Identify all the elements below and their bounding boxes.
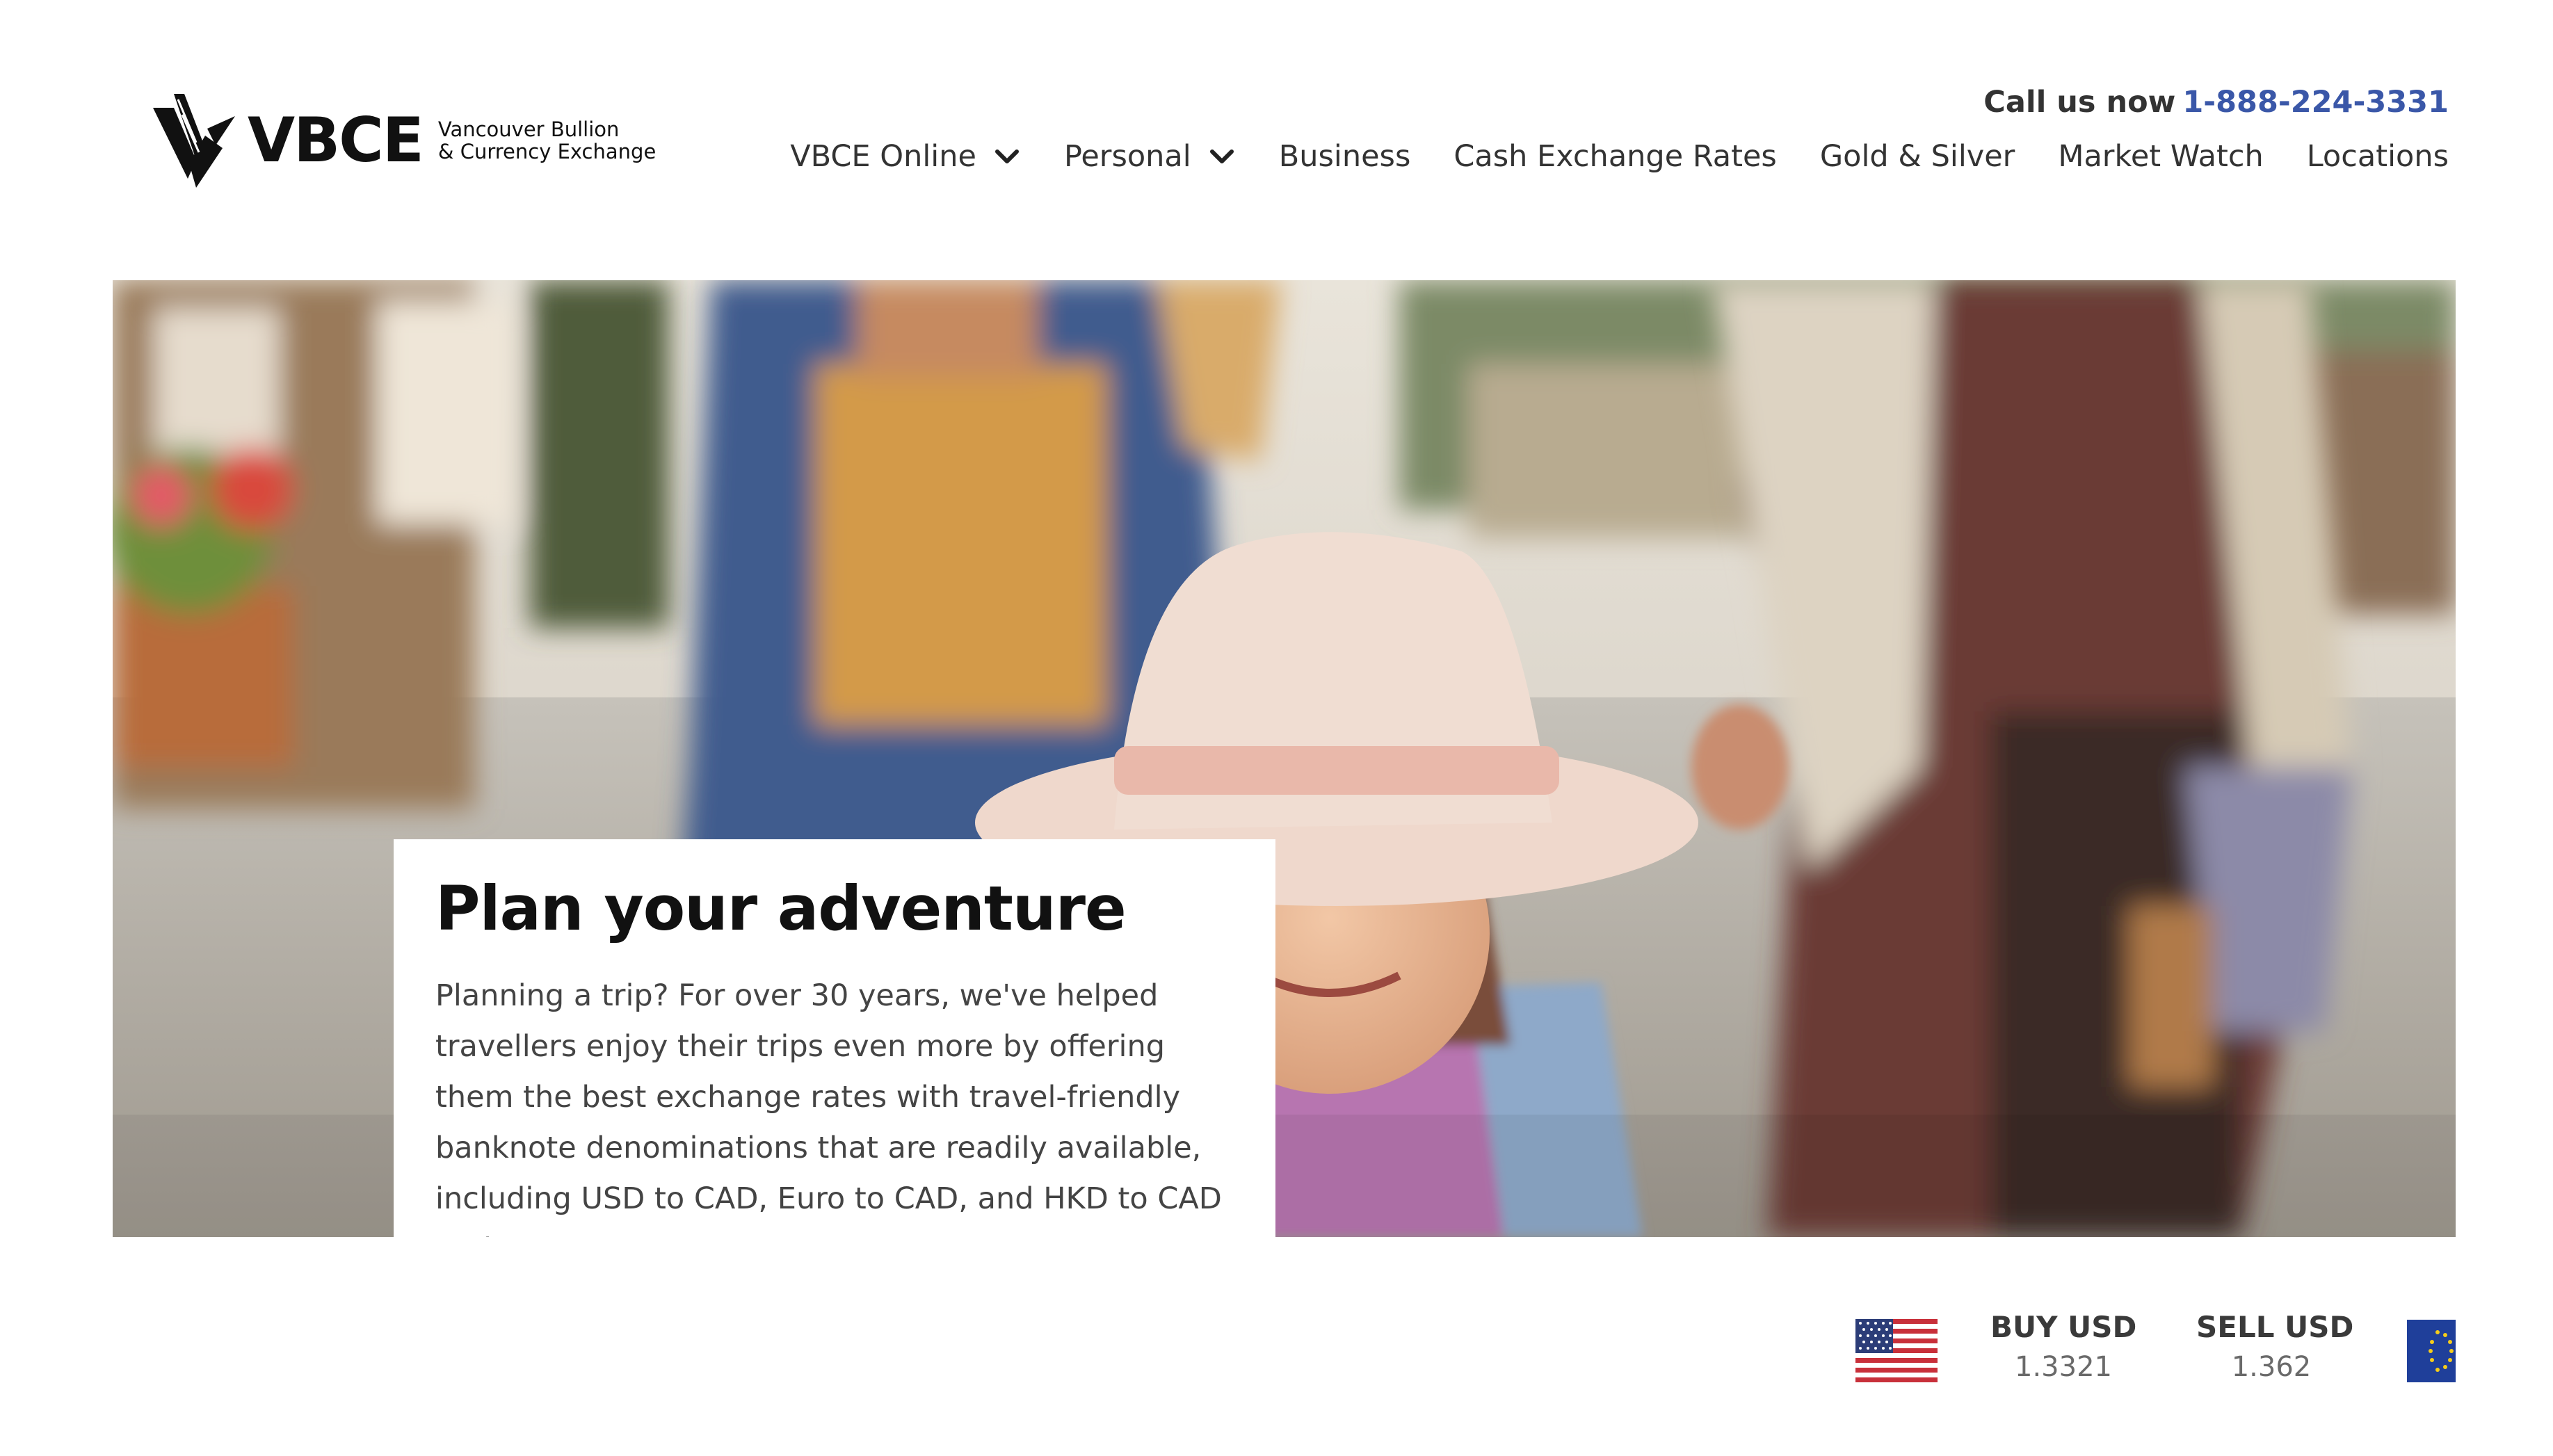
- nav-item-cash-exchange-rates[interactable]: Cash Exchange Rates: [1453, 139, 1776, 174]
- logo-subtitle-line2: & Currency Exchange: [437, 140, 657, 163]
- vbce-logo[interactable]: VBCE Vancouver Bullion & Currency Exchan…: [153, 92, 656, 189]
- call-us-label: Call us now: [1983, 85, 2176, 120]
- vbce-logo-icon: [153, 93, 235, 188]
- sell-usd-value: 1.362: [2231, 1351, 2312, 1383]
- main-nav: VBCE Online Personal Business Cash Excha…: [790, 139, 2449, 174]
- chevron-down-icon: [994, 149, 1019, 163]
- logo-subtitle: Vancouver Bullion & Currency Exchange: [438, 118, 656, 163]
- us-flag-icon: [1855, 1319, 1938, 1382]
- chevron-down-icon: [1209, 149, 1234, 163]
- phone-link[interactable]: 1-888-224-3331: [2182, 85, 2449, 120]
- nav-item-business[interactable]: Business: [1279, 139, 1411, 174]
- sell-usd-label: SELL USD: [2196, 1310, 2354, 1344]
- eu-flag-icon: [2407, 1320, 2456, 1382]
- logo-subtitle-line1: Vancouver Bullion: [437, 117, 620, 141]
- nav-item-market-watch[interactable]: Market Watch: [2058, 139, 2263, 174]
- nav-item-label: Personal: [1063, 139, 1191, 174]
- nav-item-label: Locations: [2306, 139, 2449, 174]
- nav-item-label: Gold & Silver: [1819, 139, 2015, 174]
- buy-usd-label: BUY USD: [1990, 1310, 2137, 1344]
- hero-description: Planning a trip? For over 30 years, we'v…: [435, 978, 1222, 1237]
- page: VBCE Vancouver Bullion & Currency Exchan…: [0, 0, 2553, 1456]
- nav-item-label: Market Watch: [2058, 139, 2264, 174]
- nav-item-label: Business: [1278, 139, 1411, 174]
- buy-usd-rate: BUY USD 1.3321: [1990, 1310, 2136, 1383]
- nav-item-locations[interactable]: Locations: [2307, 139, 2449, 174]
- sell-usd-rate: SELL USD 1.362: [2196, 1310, 2354, 1383]
- call-us: Call us now 1-888-224-3331: [1983, 85, 2449, 120]
- hero-title: Plan your adventure: [435, 873, 1127, 944]
- hero-card: Plan your adventure Planning a trip? For…: [394, 839, 1275, 1237]
- hero-banner: Plan your adventure Planning a trip? For…: [113, 280, 2456, 1237]
- nav-item-label: Cash Exchange Rates: [1453, 139, 1777, 174]
- buy-usd-value: 1.3321: [2015, 1351, 2112, 1383]
- nav-item-label: VBCE Online: [790, 139, 976, 174]
- logo-wordmark: VBCE: [248, 104, 424, 176]
- nav-item-personal[interactable]: Personal: [1064, 139, 1236, 174]
- nav-item-gold-silver[interactable]: Gold & Silver: [1820, 139, 2015, 174]
- nav-item-vbce-online[interactable]: VBCE Online: [790, 139, 1021, 174]
